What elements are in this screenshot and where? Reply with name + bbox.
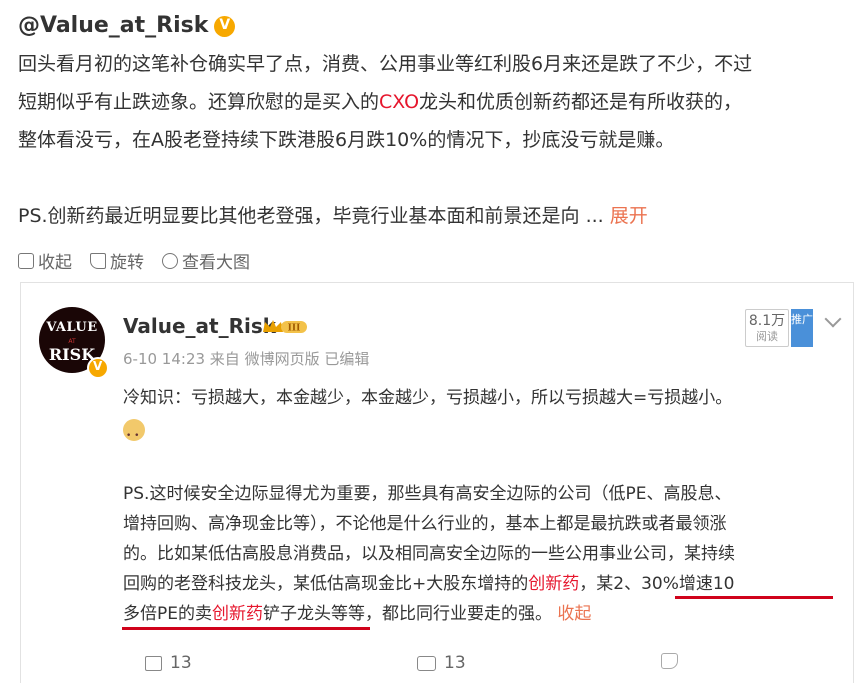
collapse-icon [18,252,34,269]
card-author[interactable]: Value_at_Risk [123,314,276,338]
card-text-span: 多倍PE的卖 [123,604,212,624]
share-icon [145,655,162,671]
comment-count: 13 [444,653,466,673]
promote-button[interactable]: 推广 [791,309,813,347]
innovative-drug-link[interactable]: 创新药 [528,574,579,594]
post-text: PS.创新药最近明显要比其他老登强，毕竟行业基本面和前景还是向 ... [18,205,610,227]
card-text: 冷知识：亏损越大，本金越少，本金越少，亏损越小，所以亏损越大=亏损越小。 PS.… [123,383,843,629]
card-line: 多倍PE的卖创新药铲子龙头等等，都比同行业要走的强。 收起 [123,599,843,629]
image-actions: 收起 旋转 查看大图 [18,248,250,273]
expand-link[interactable]: 展开 [610,205,648,227]
post-author[interactable]: @Value_at_Risk [18,13,208,38]
post-text: 龙头和优质创新药都还是有所收获的， [419,91,743,113]
post-body: 回头看月初的这笔补仓确实早了点，消费、公用事业等红利股6月来还是跌了不少，不过 … [18,45,848,235]
card-line: 冷知识：亏损越大，本金越少，本金越少，亏损越小，所以亏损越大=亏损越小。 [123,388,733,408]
view-large-button[interactable]: 查看大图 [162,248,250,273]
post-line: 整体看没亏，在A股老登持续下跌港股6月跌10%的情况下，抄底没亏就是赚。 [18,129,675,151]
post-line: 短期似乎有止跌迹象。还算欣慰的是买入的CXO龙头和优质创新药都还是有所收获的， [18,83,848,121]
card-line [123,413,843,451]
like-icon [661,653,678,669]
avatar-logo-text: AT [68,338,76,345]
embedded-post-card: VALUE AT RISK Value_at_Risk III 6-10 14:… [20,282,854,683]
card-line: 的。比如某低估高股息消费品，以及相同高安全边际的一些公用事业公司，某持续 [123,544,735,564]
collapse-link[interactable]: 收起 [557,604,591,624]
like-button[interactable] [661,653,678,669]
card-text-span: 铲子龙头等等，都比同行业要走的强。 [263,604,552,624]
card-line: 增持回购、高净现金比等），不论他是什么行业的，基本上都是最抗跌或者最领涨 [123,514,727,534]
doge-emoji-icon [123,419,145,451]
card-line: PS.这时候安全边际显得尤为重要，那些具有高安全边际的公司（低PE、高股息、 [123,484,732,504]
card-text-span: 回购的老登科技龙头，某低估高现金比+大股东增持的 [123,574,529,594]
rotate-button[interactable]: 旋转 [90,248,144,273]
innovative-drug-link[interactable]: 创新药 [212,604,263,624]
verified-icon [87,357,109,379]
share-button[interactable]: 13 [145,653,192,673]
red-underline [122,627,370,630]
post-line: 回头看月初的这笔补仓确实早了点，消费、公用事业等红利股6月来还是跌了不少，不过 [18,53,753,75]
view-large-label: 查看大图 [182,253,250,273]
post-line: PS.创新药最近明显要比其他老登强，毕竟行业基本面和前景还是向 ... 展开 [18,197,848,235]
comment-button[interactable]: 13 [417,653,466,673]
read-count: 8.1万 [748,313,786,329]
comment-icon [417,655,436,671]
post-text: 短期似乎有止跌迹象。还算欣慰的是买入的 [18,91,380,113]
read-label: 阅读 [756,330,778,343]
rotate-label: 旋转 [110,253,144,273]
magnify-icon [162,252,178,269]
svg-text:III: III [288,324,301,334]
avatar-logo-text: VALUE [46,320,98,335]
card-text-span: ，某2、30%增速10 [579,574,735,594]
red-underline [675,596,833,599]
verified-icon [214,15,236,37]
cxo-link[interactable]: CXO [379,91,419,113]
vip-crown-icon: III [263,320,307,334]
collect-label: 收起 [38,253,72,273]
post-header: @Value_at_Risk [18,8,236,42]
rotate-icon [90,252,106,269]
share-count: 13 [170,653,192,673]
collect-button[interactable]: 收起 [18,248,72,273]
read-count-box: 8.1万 阅读 [745,309,789,347]
chevron-down-icon[interactable] [824,310,842,328]
card-line: 回购的老登科技龙头，某低估高现金比+大股东增持的创新药，某2、30%增速10 [123,569,843,599]
post-meta: 6-10 14:23 来自 微博网页版 已编辑 [123,350,370,368]
